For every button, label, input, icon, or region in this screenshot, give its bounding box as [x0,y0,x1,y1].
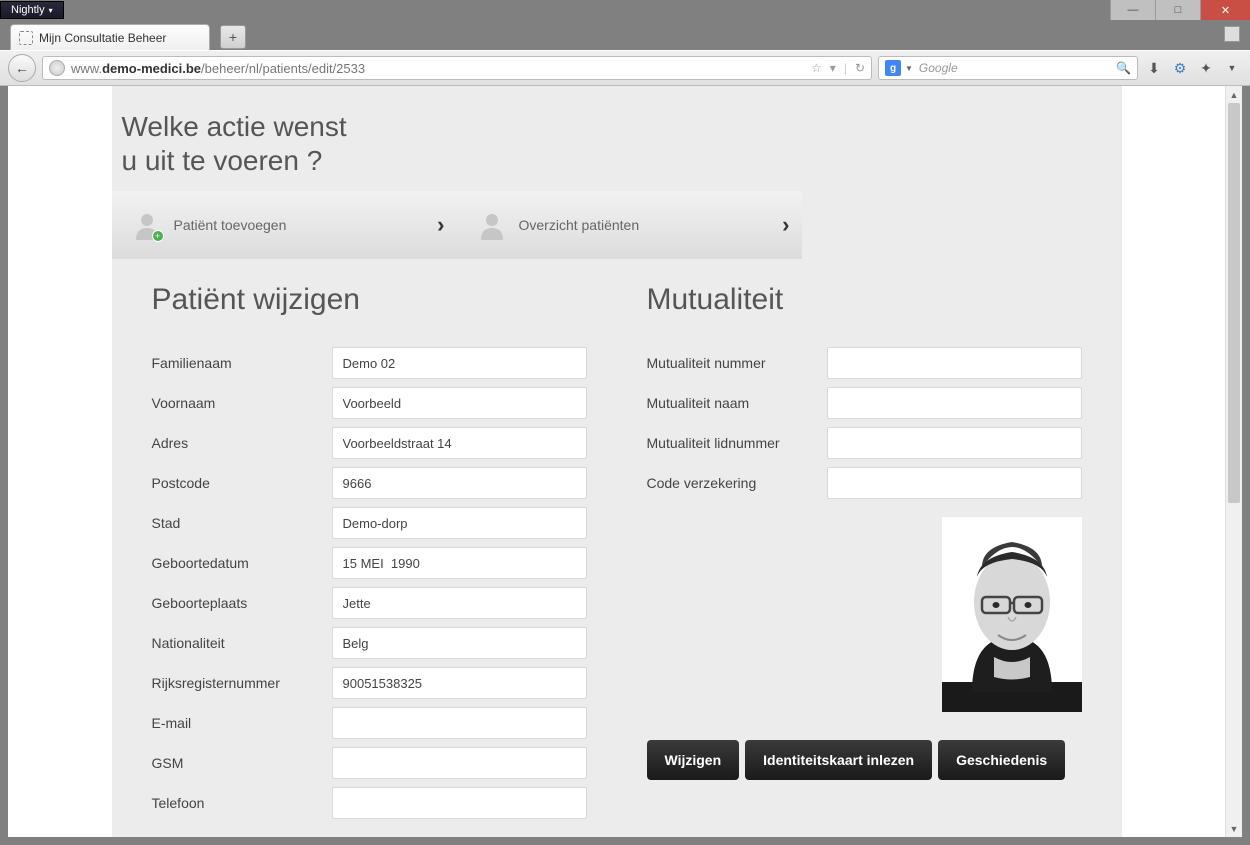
input-telefoon[interactable] [332,787,587,819]
bookmark-icon[interactable]: ☆ [811,61,822,75]
input-familienaam[interactable] [332,347,587,379]
input-adres[interactable] [332,427,587,459]
input-stad[interactable] [332,507,587,539]
devtools-icon[interactable]: ⚙ [1170,58,1190,78]
search-box[interactable]: g ▼ Google 🔍 [878,56,1138,80]
toolbar: ← www.demo-medici.be/beheer/nl/patients/… [0,50,1250,86]
google-icon: g [885,60,901,76]
input-mut-lidnummer[interactable] [827,427,1082,459]
label-mut-naam: Mutualiteit naam [647,395,827,411]
browser-window: Nightly — □ ✕ Mijn Consultatie Beheer + … [0,0,1250,845]
back-button[interactable]: ← [8,54,36,82]
browser-tab[interactable]: Mijn Consultatie Beheer [10,24,210,50]
url-domain: demo-medici.be [102,61,201,76]
scroll-down-arrow[interactable]: ▼ [1226,820,1242,837]
section-title-mutuality: Mutualiteit [647,283,1082,317]
urlbar-right-icons: ☆ ▾ | ↻ [811,61,865,75]
label-email: E-mail [152,715,332,731]
action-overview-patients[interactable]: Overzicht patiënten › [457,210,802,240]
tab-title: Mijn Consultatie Beheer [39,31,166,45]
person-add-icon: + [132,210,162,240]
input-nationaliteit[interactable] [332,627,587,659]
action-add-patient-label: Patiënt toevoegen [174,217,287,233]
search-icon[interactable]: 🔍 [1116,61,1131,75]
input-mut-nummer[interactable] [827,347,1082,379]
globe-icon [49,60,65,76]
label-telefoon: Telefoon [152,795,332,811]
person-icon [477,210,507,240]
input-geboortedatum[interactable] [332,547,587,579]
url-bar[interactable]: www.demo-medici.be/beheer/nl/patients/ed… [42,56,872,80]
dropdown-icon[interactable]: ▾ [830,61,836,75]
tab-groups-button[interactable] [1224,26,1240,42]
scroll-up-arrow[interactable]: ▲ [1226,86,1242,103]
page-heading: Welke actie wenst u uit te voeren ? [112,86,1122,191]
tab-favicon [19,31,33,45]
input-email[interactable] [332,707,587,739]
content-area: Welke actie wenst u uit te voeren ? + Pa… [8,86,1242,837]
label-rijksregisternummer: Rijksregisternummer [152,675,332,691]
form-columns: Patiënt wijzigen Familienaam Voornaam Ad… [112,259,1122,827]
mutuality-column: Mutualiteit Mutualiteit nummer Mutualite… [647,259,1082,827]
patient-photo [942,517,1082,712]
label-code-verzekering: Code verzekering [647,475,827,491]
tab-bar: Mijn Consultatie Beheer + [0,20,1250,50]
label-gsm: GSM [152,755,332,771]
label-postcode: Postcode [152,475,332,491]
downloads-icon[interactable]: ⬇ [1144,58,1164,78]
url-prefix: www. [71,61,102,76]
close-button[interactable]: ✕ [1200,0,1250,20]
new-tab-button[interactable]: + [220,25,246,49]
label-voornaam: Voornaam [152,395,332,411]
toolbar-dropdown-icon[interactable]: ▼ [1222,58,1242,78]
chevron-right-icon: › [782,212,789,238]
input-code-verzekering[interactable] [827,467,1082,499]
input-mut-naam[interactable] [827,387,1082,419]
plus-badge-icon: + [152,230,164,242]
input-postcode[interactable] [332,467,587,499]
label-adres: Adres [152,435,332,451]
label-stad: Stad [152,515,332,531]
window-controls: — □ ✕ [1110,0,1250,20]
scroll-thumb[interactable] [1228,103,1240,503]
url-path: /beheer/nl/patients/edit/2533 [201,61,365,76]
minimize-button[interactable]: — [1110,0,1155,20]
action-overview-patients-label: Overzicht patiënten [519,217,640,233]
maximize-button[interactable]: □ [1155,0,1200,20]
label-mut-nummer: Mutualiteit nummer [647,355,827,371]
reload-icon[interactable]: ↻ [855,61,865,75]
input-gsm[interactable] [332,747,587,779]
search-placeholder: Google [919,61,958,75]
label-geboorteplaats: Geboorteplaats [152,595,332,611]
section-title-patient: Patiënt wijzigen [152,283,587,317]
geschiedenis-button[interactable]: Geschiedenis [938,740,1065,780]
wijzigen-button[interactable]: Wijzigen [647,740,740,780]
label-nationaliteit: Nationaliteit [152,635,332,651]
app-menu-button[interactable]: Nightly [0,1,64,19]
id-inlezen-button[interactable]: Identiteitskaart inlezen [745,740,932,780]
input-geboorteplaats[interactable] [332,587,587,619]
action-strip: + Patiënt toevoegen › Overzicht patiënte… [112,191,802,259]
action-add-patient[interactable]: + Patiënt toevoegen › [112,210,457,240]
input-voornaam[interactable] [332,387,587,419]
chevron-right-icon: › [437,212,444,238]
page: Welke actie wenst u uit te voeren ? + Pa… [8,86,1225,837]
page-inner: Welke actie wenst u uit te voeren ? + Pa… [112,86,1122,837]
patient-column: Patiënt wijzigen Familienaam Voornaam Ad… [152,259,587,827]
label-mut-lidnummer: Mutualiteit lidnummer [647,435,827,451]
titlebar: Nightly — □ ✕ [0,0,1250,20]
label-geboortedatum: Geboortedatum [152,555,332,571]
addon-icon[interactable]: ✦ [1196,58,1216,78]
button-row: Wijzigen Identiteitskaart inlezen Geschi… [647,740,1082,780]
vertical-scrollbar[interactable]: ▲ ▼ [1225,86,1242,837]
input-rijksregisternummer[interactable] [332,667,587,699]
label-familienaam: Familienaam [152,355,332,371]
search-engine-dropdown-icon[interactable]: ▼ [905,64,913,73]
